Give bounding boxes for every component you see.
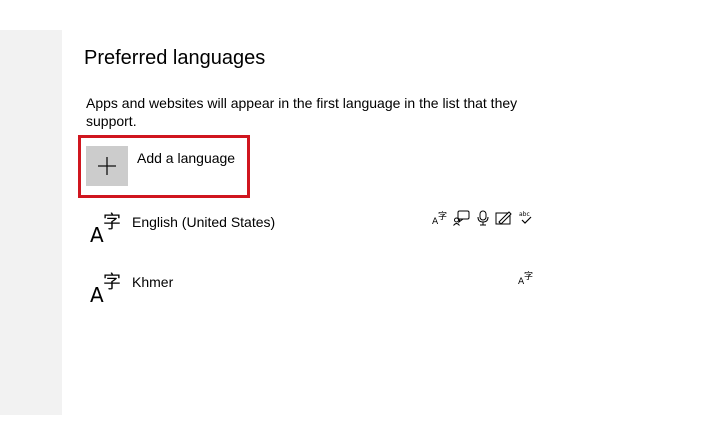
plus-icon	[98, 157, 116, 175]
left-navigation-pane	[0, 30, 62, 415]
language-icon: A 字	[90, 212, 121, 247]
svg-text:A: A	[90, 283, 104, 307]
svg-text:abc: abc	[519, 211, 530, 218]
svg-text:字: 字	[524, 270, 533, 282]
svg-text:字: 字	[438, 210, 447, 222]
page-title: Preferred languages	[84, 47, 266, 69]
add-language-button[interactable]: Add a language	[78, 135, 250, 198]
preferred-languages-description: Apps and websites will appear in the fir…	[86, 95, 518, 129]
svg-text:字: 字	[103, 272, 121, 293]
svg-text:A: A	[90, 223, 104, 247]
language-name: Khmer	[132, 274, 174, 290]
language-features: A 字	[518, 270, 534, 286]
display-language-icon: A 字	[518, 270, 533, 286]
language-features: A 字 abc	[432, 210, 534, 226]
language-name: English (United States)	[132, 214, 276, 230]
add-language-label: Add a language	[137, 150, 236, 166]
add-language-tile[interactable]	[86, 146, 128, 186]
text-to-speech-icon	[453, 210, 470, 226]
speech-recognition-icon	[477, 210, 489, 226]
spell-check-icon: abc	[519, 211, 532, 224]
handwriting-icon	[495, 211, 512, 225]
language-item-english[interactable]: A 字 English (United States) A 字 abc	[84, 210, 534, 256]
display-language-icon: A 字	[432, 210, 447, 226]
language-settings-panel: Preferred languages Apps and websites wi…	[62, 0, 726, 446]
svg-text:字: 字	[103, 212, 121, 233]
language-icon: A 字	[90, 272, 121, 307]
language-item-khmer[interactable]: A 字 Khmer A 字	[84, 270, 534, 316]
